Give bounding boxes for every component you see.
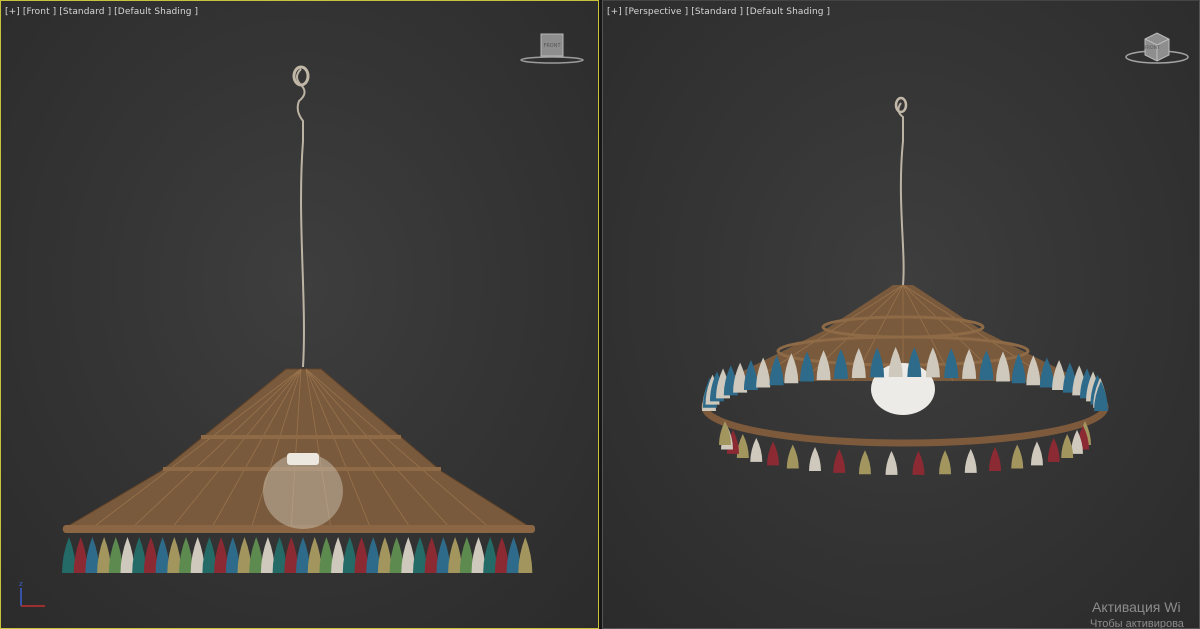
watermark-line-1: Активация Wi	[1092, 599, 1181, 615]
tassel	[964, 448, 977, 473]
tassel	[786, 444, 799, 469]
perspective-viewport[interactable]: [+] [Perspective ] [Standard ] [Default …	[602, 0, 1200, 629]
tassel	[1061, 434, 1074, 459]
tassel	[939, 450, 952, 475]
tassel	[885, 450, 898, 475]
lamp-front-render: z	[19, 65, 535, 607]
tassel	[1047, 437, 1060, 462]
tassel	[750, 437, 763, 462]
svg-text:z: z	[19, 580, 23, 588]
tassel	[767, 441, 780, 466]
windows-activation-watermark: Активация Wi Чтобы активирова	[1084, 598, 1199, 628]
tassel	[518, 537, 533, 573]
tassel	[858, 450, 871, 475]
tassel	[1030, 441, 1043, 466]
front-viewport[interactable]: [+] [Front ] [Standard ] [Default Shadin…	[0, 0, 599, 629]
tassel	[833, 448, 846, 473]
tassel	[736, 434, 749, 459]
lamp-perspective-render	[701, 96, 1109, 475]
tassel	[989, 446, 1001, 471]
tassel	[743, 359, 758, 390]
tassel	[1011, 444, 1024, 469]
tassel-row	[62, 537, 533, 573]
tassel	[912, 450, 925, 475]
watermark-line-2: Чтобы активирова	[1090, 618, 1184, 628]
tassel	[809, 446, 821, 471]
